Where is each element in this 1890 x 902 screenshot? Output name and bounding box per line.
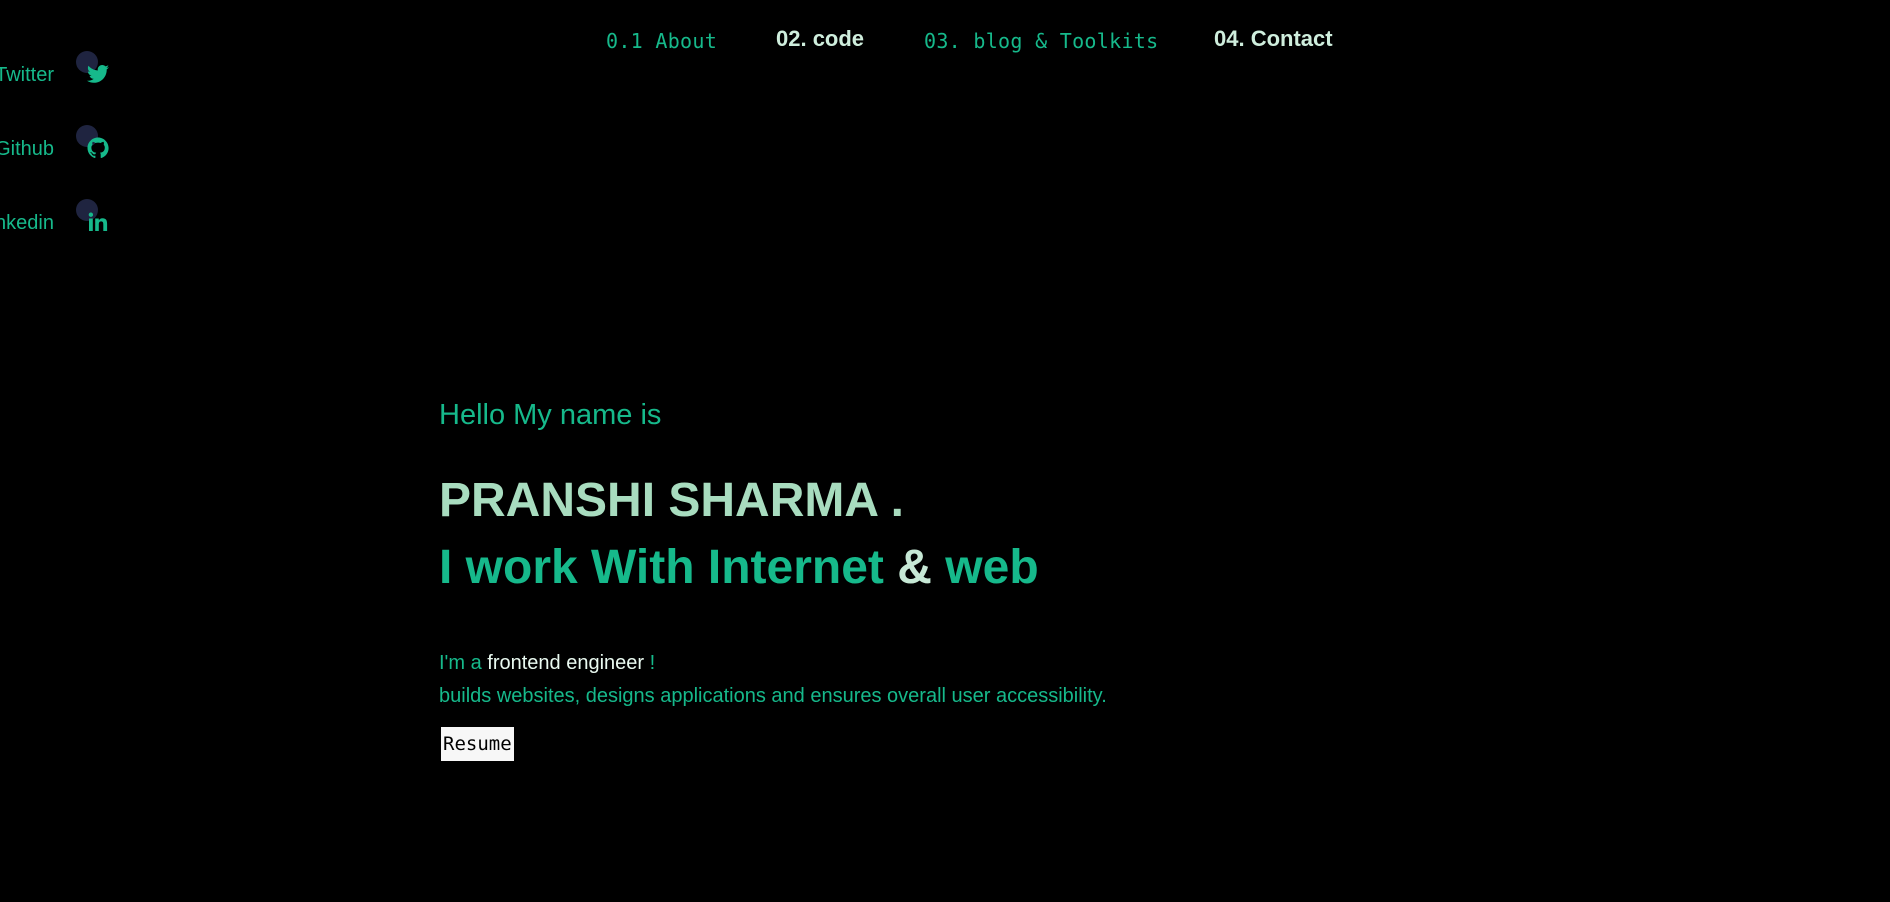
social-label-linkedin: Linkedin: [0, 212, 54, 234]
intro-suffix: !: [649, 652, 656, 674]
twitter-icon: [86, 62, 110, 86]
github-icon: [86, 136, 110, 160]
resume-button[interactable]: Resume: [441, 727, 514, 761]
hero-tagline: I work With Internet & web: [439, 539, 1439, 597]
social-link-github[interactable]: Github: [0, 122, 120, 162]
tagline-ampersand: &: [897, 541, 932, 594]
social-link-twitter[interactable]: Twitter: [0, 48, 120, 88]
hero-name: PRANSHI SHARMA .: [439, 474, 904, 527]
intro-prefix: I'm a: [439, 652, 482, 674]
social-label-github: Github: [0, 138, 54, 160]
tagline-part-web: web: [945, 541, 1039, 594]
hero-section: Hello My name is PRANSHI SHARMA . I work…: [439, 395, 1439, 761]
intro-paragraph: I'm a frontend engineer ! builds websites…: [439, 647, 1439, 713]
social-label-twitter: Twitter: [0, 64, 54, 86]
intro-role: frontend engineer: [487, 652, 645, 674]
linkedin-icon: [86, 210, 110, 234]
nav-link-contact[interactable]: 04. Contact: [1214, 26, 1333, 52]
intro-description: builds websites, designs applications an…: [439, 685, 1107, 707]
social-link-linkedin[interactable]: Linkedin: [0, 196, 120, 236]
nav-link-blog[interactable]: 03. blog & Toolkits: [924, 29, 1158, 53]
nav-link-code[interactable]: 02. code: [776, 26, 864, 52]
tagline-part-internet: I work With Internet: [439, 541, 884, 594]
greeting-text: Hello My name is: [439, 399, 662, 431]
portfolio-page: 0.1 About 02. code 03. blog & Toolkits 0…: [0, 0, 1890, 902]
nav-link-about[interactable]: 0.1 About: [606, 29, 717, 53]
top-navigation: 0.1 About 02. code 03. blog & Toolkits 0…: [0, 26, 1890, 56]
